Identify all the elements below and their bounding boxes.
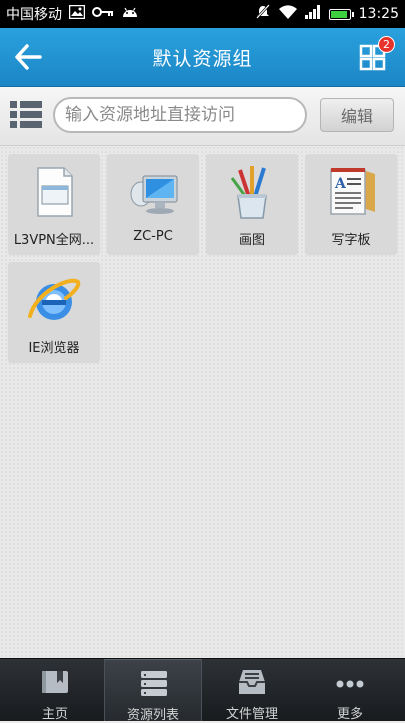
- image-icon: [68, 4, 86, 23]
- resource-label: 画图: [238, 233, 265, 248]
- android-icon: [121, 5, 139, 23]
- signal-icon: [304, 5, 321, 23]
- nav-file-manager-label: 文件管理: [225, 707, 278, 722]
- notification-badge: 2: [378, 36, 395, 53]
- bottom-navigation: 主页 资源列表 文件管理 更多: [0, 658, 405, 723]
- nav-home[interactable]: 主页: [6, 659, 104, 722]
- nav-more[interactable]: 更多: [301, 659, 399, 722]
- more-dots-icon: [335, 668, 365, 696]
- search-bar: 编辑: [0, 87, 405, 146]
- resource-tile-zc-pc[interactable]: ZC-PC: [107, 154, 199, 254]
- nav-resource-list[interactable]: 资源列表: [104, 659, 202, 723]
- nav-more-label: 更多: [336, 707, 363, 722]
- mute-icon: [255, 4, 271, 24]
- list-view-button[interactable]: [10, 100, 42, 130]
- document-window-icon: [26, 164, 82, 220]
- file-tray-icon: [237, 668, 267, 696]
- nav-file-manager[interactable]: 文件管理: [203, 659, 301, 722]
- resource-label: IE浏览器: [28, 341, 80, 356]
- resource-tile-wordpad[interactable]: A 写字板: [305, 154, 397, 254]
- resource-tile-paint[interactable]: 画图: [206, 154, 298, 254]
- edit-button[interactable]: 编辑: [320, 98, 394, 132]
- wifi-icon: [278, 5, 297, 23]
- carrier-label: 中国移动: [6, 7, 62, 23]
- back-arrow-icon: [15, 44, 42, 70]
- app-header: 默认资源组 2: [0, 28, 405, 87]
- resource-groups-button[interactable]: 2: [357, 36, 395, 74]
- key-icon: [92, 6, 114, 22]
- status-bar: 中国移动 13:25: [0, 0, 405, 28]
- resource-address-input[interactable]: [53, 97, 307, 133]
- clock-label: 13:25: [358, 6, 399, 22]
- resource-grid: L3VPN全网... ZC-PC 画图 A 写字板 IE浏览器: [0, 146, 405, 658]
- page-title: 默认资源组: [152, 47, 253, 70]
- computer-icon: [125, 164, 181, 220]
- internet-explorer-icon: [26, 272, 82, 328]
- nav-resource-list-label: 资源列表: [126, 708, 179, 723]
- resource-label: L3VPN全网...: [13, 233, 95, 248]
- nav-home-label: 主页: [41, 707, 68, 722]
- battery-icon: [328, 8, 354, 20]
- back-button[interactable]: [12, 42, 44, 72]
- resource-tile-l3vpn[interactable]: L3VPN全网...: [8, 154, 100, 254]
- resource-label: 写字板: [331, 233, 371, 248]
- paint-icon: [224, 164, 280, 220]
- resource-label: ZC-PC: [133, 229, 173, 244]
- resource-tile-ie[interactable]: IE浏览器: [8, 262, 100, 362]
- list-view-icon: [10, 101, 42, 128]
- wordpad-icon: A: [323, 164, 379, 220]
- list-stack-icon: [139, 669, 169, 697]
- svg-text:A: A: [334, 176, 347, 192]
- bookmark-home-icon: [40, 668, 70, 696]
